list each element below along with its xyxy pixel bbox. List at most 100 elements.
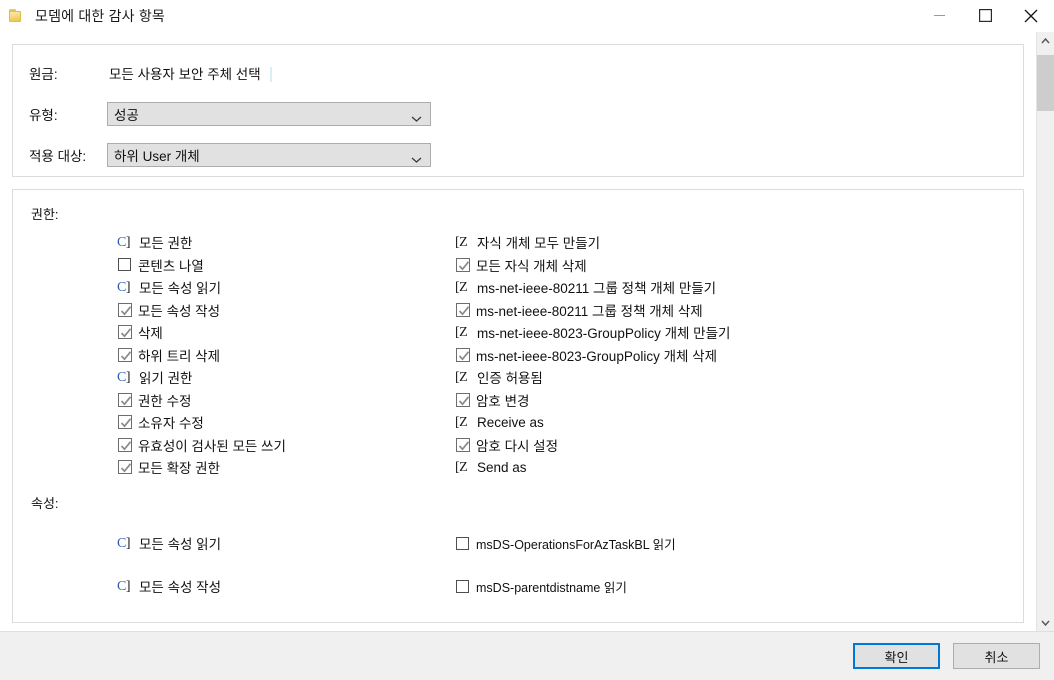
permission-row[interactable]: [Z ms-net-ieee-80211 그룹 정책 개체 만들기	[455, 276, 949, 299]
checkbox-glyph-artifact[interactable]: [Z	[455, 325, 471, 340]
maximize-button[interactable]	[962, 0, 1008, 31]
type-row: 유형: 성공	[29, 102, 1007, 126]
window-controls	[916, 0, 1054, 31]
checkbox-unchecked[interactable]	[455, 536, 470, 551]
permission-label: 모든 속성 읽기	[139, 281, 222, 297]
applies-to-dropdown[interactable]: 하위 User 개체	[107, 143, 431, 167]
properties-title: 속성:	[31, 495, 59, 511]
checkbox-glyph-artifact[interactable]: C]	[117, 280, 133, 295]
scrollbar-track[interactable]	[1037, 49, 1054, 614]
ok-button[interactable]: 확인	[853, 643, 940, 669]
permission-row[interactable]: 유효성이 검사된 모든 쓰기	[117, 434, 449, 457]
permission-row[interactable]: C] 읽기 권한	[117, 366, 449, 389]
checkbox-checked[interactable]	[455, 302, 470, 317]
checkbox-glyph-artifact[interactable]: C]	[117, 579, 133, 594]
permission-row[interactable]: 콘텐츠 나열	[117, 254, 449, 277]
permission-label: 모든 속성 작성	[138, 303, 221, 319]
permission-row[interactable]: [Z 자식 개체 모두 만들기	[455, 231, 949, 254]
permission-label: 권한 수정	[138, 393, 192, 409]
text-caret-artifact	[269, 67, 272, 82]
permission-row[interactable]: [Z Send as	[455, 456, 949, 479]
checkbox-checked[interactable]	[117, 460, 132, 475]
checkbox-glyph-artifact[interactable]: [Z	[455, 460, 471, 475]
permission-label: msDS-OperationsForAzTaskBL 읽기	[476, 537, 676, 552]
permission-row[interactable]: 삭제	[117, 321, 449, 344]
checkbox-checked[interactable]	[455, 392, 470, 407]
permission-row[interactable]: [Z 인증 허용됨	[455, 366, 949, 389]
permission-row[interactable]: 모든 확장 권한	[117, 456, 449, 479]
permission-row[interactable]: 암호 다시 설정	[455, 434, 949, 457]
permission-row[interactable]: [Z ms-net-ieee-8023-GroupPolicy 개체 만들기	[455, 321, 949, 344]
permission-label: 모든 속성 읽기	[139, 537, 222, 552]
permission-row[interactable]: [Z Receive as	[455, 411, 949, 434]
checkbox-glyph-artifact[interactable]: [Z	[455, 415, 471, 430]
permission-label: 콘텐츠 나열	[138, 258, 204, 274]
dialog-footer: 확인 취소	[0, 631, 1054, 680]
type-label: 유형:	[29, 108, 58, 123]
checkbox-glyph-artifact[interactable]: C]	[117, 235, 133, 250]
audit-entry-dialog: 모뎀에 대한 감사 항목 원금: 모든 사용자 보안 주체 선택 유형: 성공 …	[0, 0, 1054, 680]
permission-row[interactable]: ms-net-ieee-80211 그룹 정책 개체 삭제	[455, 299, 949, 322]
permission-label: 암호 다시 설정	[476, 438, 559, 454]
principal-group: 원금: 모든 사용자 보안 주체 선택 유형: 성공 적용 대상: 하위 Use…	[12, 44, 1024, 177]
minimize-button[interactable]	[916, 0, 962, 31]
permission-row[interactable]: 모든 자식 개체 삭제	[455, 254, 949, 277]
permission-row[interactable]: 권한 수정	[117, 389, 449, 412]
checkbox-checked[interactable]	[117, 437, 132, 452]
close-button[interactable]	[1008, 0, 1054, 31]
principal-value-text: 모든 사용자 보안 주체 선택	[109, 67, 261, 82]
window-title: 모뎀에 대한 감사 항목	[35, 7, 165, 24]
checkbox-glyph-artifact[interactable]: [Z	[455, 280, 471, 295]
properties-columns: C] 모든 속성 읽기 C] 모든 속성 작성 msDS-OperationsForA…	[29, 522, 1007, 608]
principal-value[interactable]: 모든 사용자 보안 주체 선택	[107, 63, 272, 83]
permission-row[interactable]: C] 모든 속성 읽기	[117, 522, 449, 565]
permission-row[interactable]: ms-net-ieee-8023-GroupPolicy 개체 삭제	[455, 344, 949, 367]
type-dropdown[interactable]: 성공	[107, 102, 431, 126]
title-bar: 모뎀에 대한 감사 항목	[0, 0, 1054, 32]
checkbox-checked[interactable]	[117, 392, 132, 407]
permission-label: 인증 허용됨	[477, 371, 543, 387]
permission-label: ms-net-ieee-80211 그룹 정책 개체 만들기	[477, 281, 717, 297]
permission-row[interactable]: 암호 변경	[455, 389, 949, 412]
checkbox-glyph-artifact[interactable]: C]	[117, 536, 133, 551]
permission-label: 자식 개체 모두 만들기	[477, 236, 601, 252]
checkbox-unchecked[interactable]	[117, 257, 132, 272]
checkbox-checked[interactable]	[117, 325, 132, 340]
checkbox-checked[interactable]	[455, 437, 470, 452]
permission-row[interactable]: 하위 트리 삭제	[117, 344, 449, 367]
properties-column-left: C] 모든 속성 읽기 C] 모든 속성 작성	[29, 522, 449, 608]
permission-row[interactable]: msDS-parentdistname 읽기	[455, 565, 949, 608]
permission-label: 모든 확장 권한	[138, 461, 221, 477]
scrollbar-thumb[interactable]	[1037, 55, 1054, 111]
permission-row[interactable]: C] 모든 속성 작성	[117, 565, 449, 608]
permissions-title: 권한:	[31, 207, 59, 222]
checkbox-checked[interactable]	[455, 347, 470, 362]
chevron-down-icon	[411, 152, 422, 163]
applies-to-label: 적용 대상:	[29, 149, 87, 164]
permission-row[interactable]: C] 모든 속성 읽기	[117, 276, 449, 299]
permission-row[interactable]: 소유자 수정	[117, 411, 449, 434]
checkbox-glyph-artifact[interactable]: C]	[117, 370, 133, 385]
scroll-content: 원금: 모든 사용자 보안 주체 선택 유형: 성공 적용 대상: 하위 Use…	[0, 32, 1036, 631]
permission-label: msDS-parentdistname 읽기	[476, 580, 627, 595]
checkbox-checked[interactable]	[117, 415, 132, 430]
properties-column-right: msDS-OperationsForAzTaskBL 읽기 msDS-parent…	[449, 522, 949, 608]
checkbox-checked[interactable]	[117, 302, 132, 317]
permission-row[interactable]: C] 모든 권한	[117, 231, 449, 254]
checkbox-glyph-artifact[interactable]: [Z	[455, 370, 471, 385]
dialog-body: 원금: 모든 사용자 보안 주체 선택 유형: 성공 적용 대상: 하위 Use…	[0, 32, 1054, 631]
permission-row[interactable]: 모든 속성 작성	[117, 299, 449, 322]
scroll-down-button[interactable]	[1037, 614, 1054, 631]
checkbox-unchecked[interactable]	[455, 579, 470, 594]
checkbox-checked[interactable]	[455, 257, 470, 272]
permission-label: ms-net-ieee-8023-GroupPolicy 개체 만들기	[477, 326, 731, 342]
permission-row[interactable]: msDS-OperationsForAzTaskBL 읽기	[455, 522, 949, 565]
vertical-scrollbar[interactable]	[1036, 32, 1054, 631]
permission-label: 삭제	[138, 326, 163, 342]
checkbox-glyph-artifact[interactable]: [Z	[455, 235, 471, 250]
scroll-up-button[interactable]	[1037, 32, 1054, 49]
permissions-group: 권한: C] 모든 권한 콘텐츠 나열 C] 모든 속성 읽기 모든 속성 작성 삭제 하위 …	[12, 189, 1024, 623]
folder-icon	[9, 8, 26, 23]
cancel-button[interactable]: 취소	[953, 643, 1040, 669]
checkbox-checked[interactable]	[117, 347, 132, 362]
